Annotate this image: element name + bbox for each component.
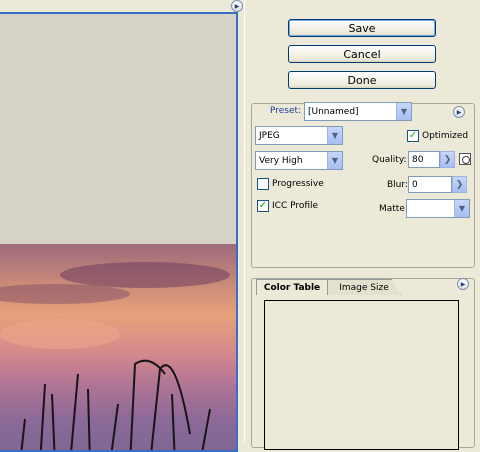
save-button[interactable]: Save <box>288 19 436 37</box>
preset-select[interactable]: [Unnamed] ▼ <box>304 102 412 121</box>
done-button[interactable]: Done <box>288 71 436 89</box>
quality-slider-button[interactable]: ❯ <box>440 151 455 168</box>
settings-flyout-menu-icon[interactable]: ▶ <box>453 106 465 118</box>
preview-flyout-menu-icon[interactable]: ▶ <box>231 0 243 12</box>
icc-profile-label: ICC Profile <box>272 201 319 211</box>
quality-preset-value: Very High <box>259 156 303 166</box>
tab-image-size[interactable]: Image Size <box>326 279 402 295</box>
progressive-checkbox[interactable] <box>257 178 269 190</box>
optimized-label: Optimized <box>422 131 469 141</box>
progressive-label: Progressive <box>272 179 324 189</box>
file-format-value: JPEG <box>259 131 280 141</box>
chevron-down-icon: ▼ <box>396 103 411 120</box>
chevron-down-icon: ▼ <box>327 152 342 169</box>
icc-profile-checkbox[interactable]: ✓ <box>257 200 269 212</box>
image-preview-pane[interactable] <box>0 12 238 452</box>
tab-color-table[interactable]: Color Table <box>256 279 328 295</box>
color-table-swatch-area[interactable] <box>264 300 459 450</box>
file-format-select[interactable]: JPEG ▼ <box>255 126 343 145</box>
cancel-button[interactable]: Cancel <box>288 45 436 63</box>
quality-label: Quality: <box>372 155 407 165</box>
quality-mask-icon[interactable] <box>459 153 471 165</box>
matte-label: Matte: <box>379 204 408 214</box>
blur-slider-button[interactable]: ❯ <box>452 176 467 193</box>
matte-select[interactable]: ▼ <box>406 199 470 218</box>
blur-label: Blur: <box>387 180 408 190</box>
reed-silhouette-graphic <box>20 359 211 450</box>
quality-preset-select[interactable]: Very High ▼ <box>255 151 343 170</box>
pane-divider <box>244 0 245 443</box>
chevron-down-icon: ▼ <box>454 200 469 217</box>
optimized-checkbox[interactable]: ✓ <box>407 130 419 142</box>
quality-input[interactable]: 80 <box>408 151 440 168</box>
preset-label: Preset: <box>267 106 305 116</box>
preview-empty-area <box>0 14 236 244</box>
blur-input[interactable]: 0 <box>408 176 452 193</box>
sunset-photo-preview <box>0 244 236 450</box>
color-table-flyout-menu-icon[interactable]: ▶ <box>457 278 469 290</box>
preset-value: [Unnamed] <box>308 107 359 117</box>
chevron-down-icon: ▼ <box>327 127 342 144</box>
